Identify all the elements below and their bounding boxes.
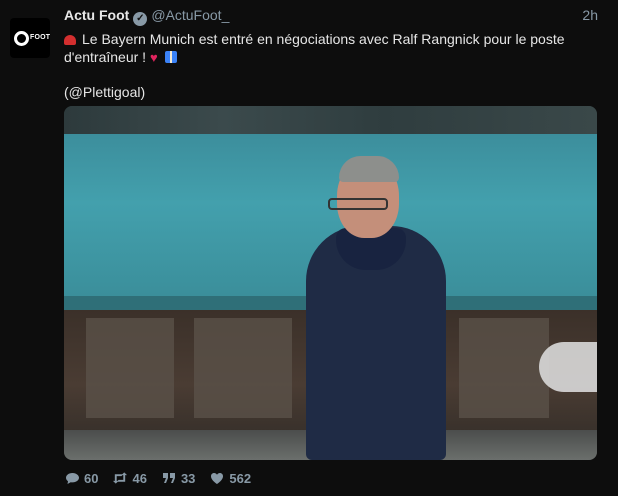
logo-ring-icon [14, 31, 29, 46]
tweet-photo[interactable] [64, 106, 597, 460]
retweet-icon [112, 471, 128, 485]
quote-count: 33 [180, 470, 196, 486]
photo-microphone [539, 342, 597, 392]
reply-icon [64, 471, 80, 485]
photo-person-hair [339, 156, 399, 182]
tweet-text-line1: Le Bayern Munich est entré en négociatio… [82, 31, 565, 47]
tweet-text: Le Bayern Munich est entré en négociatio… [64, 30, 604, 67]
photo-window [459, 318, 549, 418]
display-name[interactable]: Actu Foot [64, 7, 129, 23]
photo-window [194, 318, 292, 418]
heart-icon [209, 471, 225, 485]
tweet-text-line2: d'entraîneur ! [64, 49, 147, 65]
photo-crowd [64, 106, 597, 136]
like-count: 562 [229, 470, 252, 486]
photo-person-glasses [328, 198, 388, 210]
heart-emoji-icon: ♥ [149, 50, 158, 65]
reply-button[interactable]: 60 [64, 471, 98, 486]
mention-line: (@Plettigoal) [64, 84, 145, 100]
user-handle[interactable]: @ActuFoot_ [151, 7, 229, 23]
retweet-button[interactable]: 46 [112, 470, 147, 486]
quote-icon [161, 471, 177, 485]
quote-button[interactable]: 33 [161, 471, 195, 486]
mention-link[interactable]: @Plettigoal [69, 84, 141, 100]
retweet-count: 46 [132, 470, 147, 486]
photo-window [86, 318, 174, 418]
verified-badge-icon: ✓ [133, 12, 148, 26]
siren-emoji-icon [64, 35, 76, 45]
mention-close-paren: ) [140, 84, 146, 100]
tweet-header: Actu Foot ✓ @ActuFoot_ 2h [64, 7, 598, 27]
gift-emoji-icon [164, 51, 177, 63]
avatar-brand: FOOT [30, 34, 51, 41]
timestamp[interactable]: 2h [582, 7, 598, 23]
avatar[interactable]: FOOT [10, 18, 50, 58]
like-button[interactable]: 562 [209, 471, 251, 486]
tweet-actions: 60 46 33 562 [64, 470, 265, 486]
reply-count: 60 [84, 470, 99, 486]
